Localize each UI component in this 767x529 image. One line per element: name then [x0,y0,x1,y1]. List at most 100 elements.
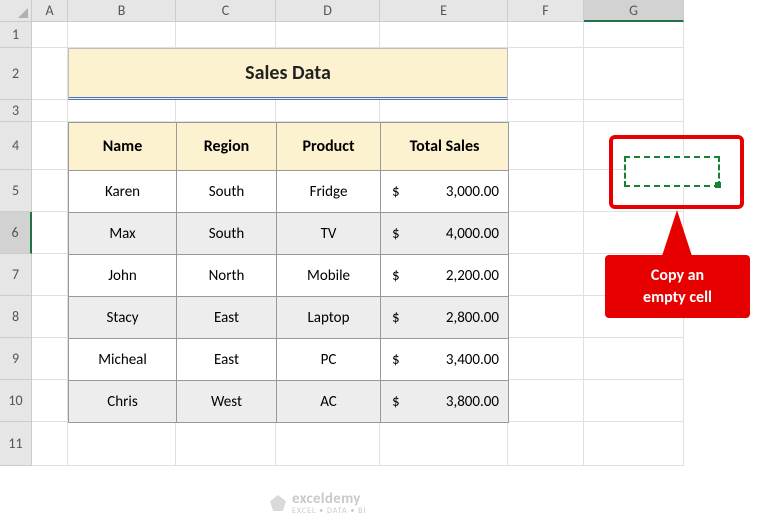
cell-name[interactable]: John [69,255,177,297]
cell-total[interactable]: $2,200.00 [381,255,509,297]
table-row: MaxSouthTV$4,000.00 [69,213,509,255]
header-name[interactable]: Name [69,123,177,171]
cell-C11[interactable] [176,422,276,466]
cell-F5[interactable] [508,170,584,212]
total-value: 4,000.00 [406,225,499,243]
row-header-2[interactable]: 2 [0,48,32,100]
total-value: 3,000.00 [406,183,499,201]
cell-C3[interactable] [176,100,276,122]
cell-product[interactable]: Mobile [277,255,381,297]
cell-A7[interactable] [32,254,68,296]
cell-product[interactable]: AC [277,381,381,423]
cell-product[interactable]: Fridge [277,171,381,213]
header-product[interactable]: Product [277,123,381,171]
cell-A11[interactable] [32,422,68,466]
cell-F4[interactable] [508,122,584,170]
select-all-corner[interactable] [0,0,32,22]
row-header-9[interactable]: 9 [0,338,32,380]
cell-E1[interactable] [380,22,508,48]
callout-label: Copy an empty cell [605,255,750,318]
cell-D11[interactable] [276,422,380,466]
row-header-3[interactable]: 3 [0,100,32,122]
column-header-e[interactable]: E [380,0,508,22]
row-header-5[interactable]: 5 [0,170,32,212]
cell-G2[interactable] [584,48,684,100]
column-header-a[interactable]: A [32,0,68,22]
row-header-11[interactable]: 11 [0,422,32,466]
cell-product[interactable]: PC [277,339,381,381]
cell-B11[interactable] [68,422,176,466]
row-header-10[interactable]: 10 [0,380,32,422]
cell-name[interactable]: Chris [69,381,177,423]
cell-C1[interactable] [176,22,276,48]
cell-region[interactable]: North [177,255,277,297]
table-row: KarenSouthFridge$3,000.00 [69,171,509,213]
cell-name[interactable]: Micheal [69,339,177,381]
cell-total[interactable]: $3,800.00 [381,381,509,423]
cell-region[interactable]: South [177,213,277,255]
cell-F3[interactable] [508,100,584,122]
cell-F8[interactable] [508,296,584,338]
cell-total[interactable]: $3,400.00 [381,339,509,381]
cell-A6[interactable] [32,212,68,254]
cell-F6[interactable] [508,212,584,254]
cell-F7[interactable] [508,254,584,296]
column-header-b[interactable]: B [68,0,176,22]
row-header-7[interactable]: 7 [0,254,32,296]
column-header-d[interactable]: D [276,0,380,22]
cell-name[interactable]: Karen [69,171,177,213]
cell-A5[interactable] [32,170,68,212]
cell-G11[interactable] [584,422,684,466]
cell-total[interactable]: $4,000.00 [381,213,509,255]
cell-G9[interactable] [584,338,684,380]
data-table: Name Region Product Total Sales KarenSou… [68,122,509,423]
cell-G10[interactable] [584,380,684,422]
header-total[interactable]: Total Sales [381,123,509,171]
cell-A3[interactable] [32,100,68,122]
cell-E3[interactable] [380,100,508,122]
copied-cell-marquee[interactable] [624,156,720,187]
column-header-f[interactable]: F [508,0,584,22]
cell-D1[interactable] [276,22,380,48]
cell-E11[interactable] [380,422,508,466]
cell-region[interactable]: West [177,381,277,423]
row-header-6[interactable]: 6 [0,212,32,254]
table-row: StacyEastLaptop$2,800.00 [69,297,509,339]
callout-line2: empty cell [643,288,712,307]
cell-F9[interactable] [508,338,584,380]
cell-A4[interactable] [32,122,68,170]
cell-G3[interactable] [584,100,684,122]
row-header-4[interactable]: 4 [0,122,32,170]
cell-B1[interactable] [68,22,176,48]
cell-product[interactable]: Laptop [277,297,381,339]
cell-A10[interactable] [32,380,68,422]
cell-name[interactable]: Stacy [69,297,177,339]
cell-F11[interactable] [508,422,584,466]
table-row: ChrisWestAC$3,800.00 [69,381,509,423]
cell-G1[interactable] [584,22,684,48]
cell-A9[interactable] [32,338,68,380]
column-header-c[interactable]: C [176,0,276,22]
cell-product[interactable]: TV [277,213,381,255]
row-header-1[interactable]: 1 [0,22,32,48]
cell-name[interactable]: Max [69,213,177,255]
cell-A8[interactable] [32,296,68,338]
logo-icon [270,495,286,511]
cell-region[interactable]: East [177,297,277,339]
cell-F2[interactable] [508,48,584,100]
cell-B3[interactable] [68,100,176,122]
header-region[interactable]: Region [177,123,277,171]
row-header-8[interactable]: 8 [0,296,32,338]
cell-region[interactable]: East [177,339,277,381]
cell-D3[interactable] [276,100,380,122]
row-headers: 1234567891011 [0,22,32,466]
cell-total[interactable]: $2,800.00 [381,297,509,339]
cell-A1[interactable] [32,22,68,48]
cell-F1[interactable] [508,22,584,48]
column-header-g[interactable]: G [584,0,684,22]
title-cell[interactable]: Sales Data [68,48,508,100]
cell-F10[interactable] [508,380,584,422]
cell-total[interactable]: $3,000.00 [381,171,509,213]
cell-A2[interactable] [32,48,68,100]
cell-region[interactable]: South [177,171,277,213]
